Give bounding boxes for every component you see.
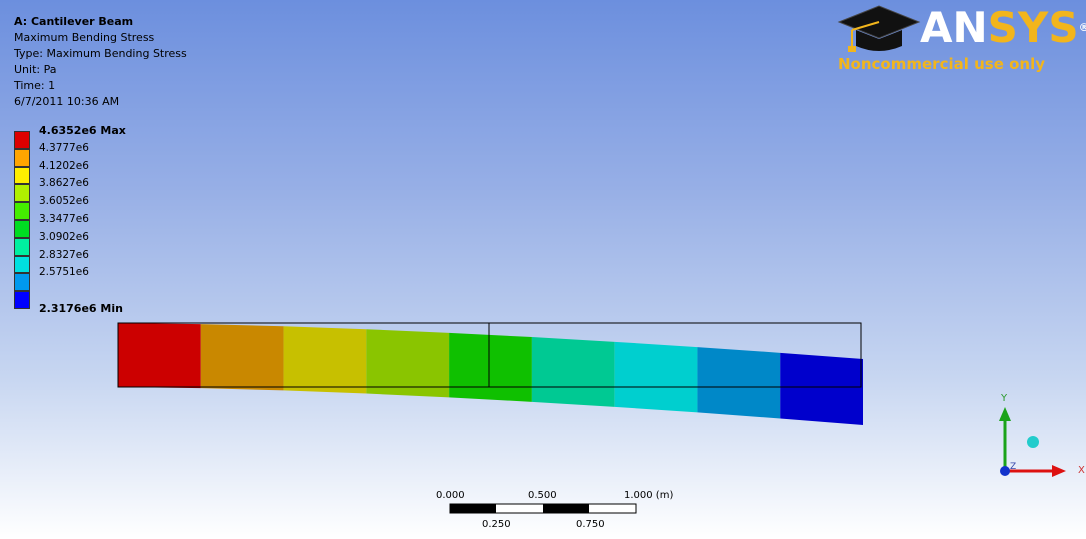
triad-z-label: Z [1010,462,1016,472]
triad-y-label: Y [1000,393,1008,404]
beam-band [614,341,698,413]
scale-label-0750: 0.750 [576,519,605,530]
beam-band [118,323,201,389]
scale-ruler [449,503,637,514]
beam-band [780,352,863,425]
beam-band [200,324,284,391]
beam-band [283,326,367,394]
scale-label-0250: 0.250 [482,519,511,530]
triad-x-label: X [1078,465,1085,476]
beam-contour-bands [118,323,863,425]
coordinate-triad[interactable]: Y X Z [980,385,1086,485]
beam-viewport[interactable] [0,0,1086,539]
scale-bar: 0.000 0.500 1.000 (m) 0.250 0.750 [430,488,690,538]
scale-label-0: 0.000 [436,490,465,501]
beam-band [697,347,781,419]
scale-label-0500: 0.500 [528,490,557,501]
beam-band [449,332,532,402]
beam-band [531,337,615,407]
scale-label-1000: 1.000 (m) [624,490,674,501]
